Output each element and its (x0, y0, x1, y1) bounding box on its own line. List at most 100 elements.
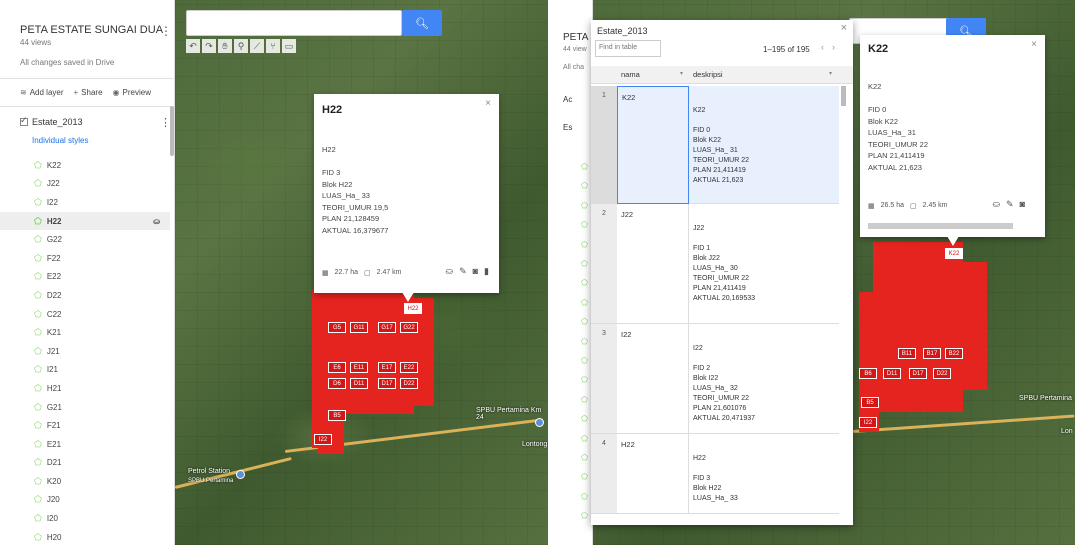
chevron-right-icon[interactable]: › (832, 42, 835, 52)
chevron-down-icon[interactable]: ▾ (829, 70, 832, 77)
poi-lontong[interactable]: Lontong (522, 441, 547, 448)
table-cell-deskripsi[interactable]: J22 FID 1 Blok J22 LUAS_Ha_ 30 TEORI_UMUR 22… (689, 204, 839, 324)
list-item[interactable]: ⬠ K22 (34, 156, 169, 175)
block-cell-label[interactable]: E22 (400, 362, 418, 373)
list-item[interactable]: ⬠ C22 (34, 305, 169, 324)
redo-icon[interactable]: ↷ (202, 39, 216, 53)
list-item[interactable]: ⬠ K20 (34, 472, 169, 491)
list-item[interactable]: ⬠ D21 (34, 454, 169, 473)
directions-icon[interactable]: ⑂ (266, 39, 280, 53)
block-cell-label[interactable]: G17 (378, 322, 396, 333)
list-item[interactable]: ⬠ H22 ⛀ (0, 211, 170, 231)
pencil-icon[interactable]: ✎ (459, 266, 467, 277)
table-cell-deskripsi[interactable]: I22 FID 2 Blok I22 LUAS_Ha_ 32 TEORI_UMUR 22… (689, 324, 839, 434)
block-cell-label[interactable]: B6 (859, 368, 877, 379)
block-cell-label[interactable]: G22 (400, 322, 418, 333)
pencil-icon[interactable]: ✎ (1006, 199, 1014, 210)
table-cell-nama[interactable]: H22 (617, 434, 689, 514)
list-item[interactable]: ⬠ I20 (34, 509, 169, 528)
list-item[interactable]: ⬠ F21 (34, 416, 169, 435)
poi-spbu[interactable]: SPBU Pertamina (1019, 395, 1072, 402)
draw-line-icon[interactable]: ⟋ (250, 39, 264, 53)
marker-icon[interactable]: ⚲ (234, 39, 248, 53)
paint-bucket-icon[interactable]: ⛀ (446, 266, 454, 277)
list-item[interactable]: ⬠ I21 (34, 361, 169, 380)
trash-icon[interactable]: ▮ (484, 266, 489, 277)
find-in-table-input[interactable]: Find in table (595, 40, 661, 57)
list-item[interactable]: ⬠ D22 (34, 286, 169, 305)
list-item[interactable]: ⬠ G22 (34, 230, 169, 249)
table-cell-nama[interactable]: J22 (617, 204, 689, 324)
camera-icon[interactable]: ◙ (473, 266, 478, 277)
block-cell-label[interactable]: E17 (378, 362, 396, 373)
ruler-icon[interactable]: ▭ (282, 39, 296, 53)
block-cell-label[interactable]: H22 (404, 303, 422, 314)
block-cell-label[interactable]: D22 (933, 368, 951, 379)
block-cell-label[interactable]: B17 (923, 348, 941, 359)
chevron-left-icon[interactable]: ‹ (821, 42, 824, 52)
block-cell-label[interactable]: E6 (328, 362, 346, 373)
close-icon[interactable]: × (1031, 39, 1037, 50)
hand-icon[interactable]: ✋︎ (218, 39, 232, 53)
block-cell-label[interactable]: B5 (328, 410, 346, 421)
close-icon[interactable]: × (485, 98, 491, 109)
table-cell-deskripsi[interactable]: H22 FID 3 Blok H22 LUAS_Ha_ 33 (689, 434, 839, 514)
block-cell-label[interactable]: G5 (328, 322, 346, 333)
map-title[interactable]: PETA ESTATE SUNGAI DUA (20, 24, 163, 36)
search-input[interactable] (186, 10, 402, 36)
list-item[interactable]: ⬠ H21 (34, 379, 169, 398)
block-cell-label[interactable]: I22 (314, 434, 332, 445)
block-cell-label[interactable]: D11 (350, 378, 368, 389)
add-layer-button[interactable]: ≋ Add layer (20, 88, 64, 97)
layer-name[interactable]: Estate_2013 (32, 117, 83, 127)
location-pin-icon[interactable] (535, 418, 544, 427)
column-header-deskripsi[interactable]: deskripsi (693, 70, 723, 79)
block-cell-label[interactable]: B11 (898, 348, 916, 359)
scrollbar[interactable] (868, 223, 1013, 229)
location-pin-icon[interactable] (236, 470, 245, 479)
column-header-nama[interactable]: nama (621, 70, 640, 79)
block-cell-label[interactable]: D17 (378, 378, 396, 389)
scrollbar[interactable] (170, 106, 174, 156)
list-item[interactable]: ⬠ E22 (34, 268, 169, 287)
layer-name[interactable]: Es (563, 123, 572, 132)
share-button[interactable]: + Share (74, 88, 103, 97)
block-cell-label[interactable]: B22 (945, 348, 963, 359)
list-item[interactable]: ⬠ J21 (34, 342, 169, 361)
list-item[interactable]: ⬠ F22 (34, 249, 169, 268)
block-cell-label[interactable]: D6 (328, 378, 346, 389)
table-cell-nama[interactable]: K22 (617, 86, 689, 204)
list-item[interactable]: ⬠ J22 (34, 175, 169, 194)
block-cell-label[interactable]: D17 (909, 368, 927, 379)
preview-button[interactable]: ◉ Preview (113, 88, 151, 97)
individual-styles-link[interactable]: Individual styles (32, 136, 88, 145)
block-cell-label[interactable]: E11 (350, 362, 368, 373)
block-cell-label[interactable]: B5 (861, 397, 879, 408)
list-item[interactable]: ⬠ J20 (34, 491, 169, 510)
layer-checkbox[interactable] (20, 115, 28, 126)
block-cell-label[interactable]: D22 (400, 378, 418, 389)
paint-bucket-icon[interactable]: ⛀ (153, 217, 160, 226)
poi-petrol-station[interactable]: Petrol Station (188, 468, 230, 475)
block-cell-label[interactable]: G11 (350, 322, 368, 333)
list-item[interactable]: ⬠ H20 (34, 528, 169, 545)
scrollbar[interactable] (841, 86, 846, 106)
list-item[interactable]: ⬠ G21 (34, 398, 169, 417)
paint-bucket-icon[interactable]: ⛀ (992, 199, 1000, 210)
camera-icon[interactable]: ◙ (1020, 199, 1025, 210)
more-vert-icon[interactable]: ⋮ (160, 24, 172, 38)
list-item[interactable]: ⬠ K21 (34, 323, 169, 342)
block-cell-label[interactable]: I22 (859, 417, 877, 428)
undo-icon[interactable]: ↶ (186, 39, 200, 53)
add-layer-button[interactable]: Ac (563, 95, 572, 104)
close-icon[interactable]: × (841, 22, 847, 34)
table-cell-deskripsi[interactable]: K22 FID 0 Blok K22 LUAS_Ha_ 31 TEORI_UMUR 22… (689, 86, 839, 204)
table-cell-nama[interactable]: I22 (617, 324, 689, 434)
chevron-down-icon[interactable]: ▾ (680, 70, 683, 77)
layer-header[interactable]: Estate_2013 (20, 115, 83, 127)
block-cell-label[interactable]: K22 (945, 248, 963, 259)
list-item[interactable]: ⬠ I22 (34, 193, 169, 212)
poi-lontong[interactable]: Lon (1061, 428, 1073, 435)
search-button[interactable]: 🔍︎ (402, 10, 442, 36)
list-item[interactable]: ⬠ E21 (34, 435, 169, 454)
